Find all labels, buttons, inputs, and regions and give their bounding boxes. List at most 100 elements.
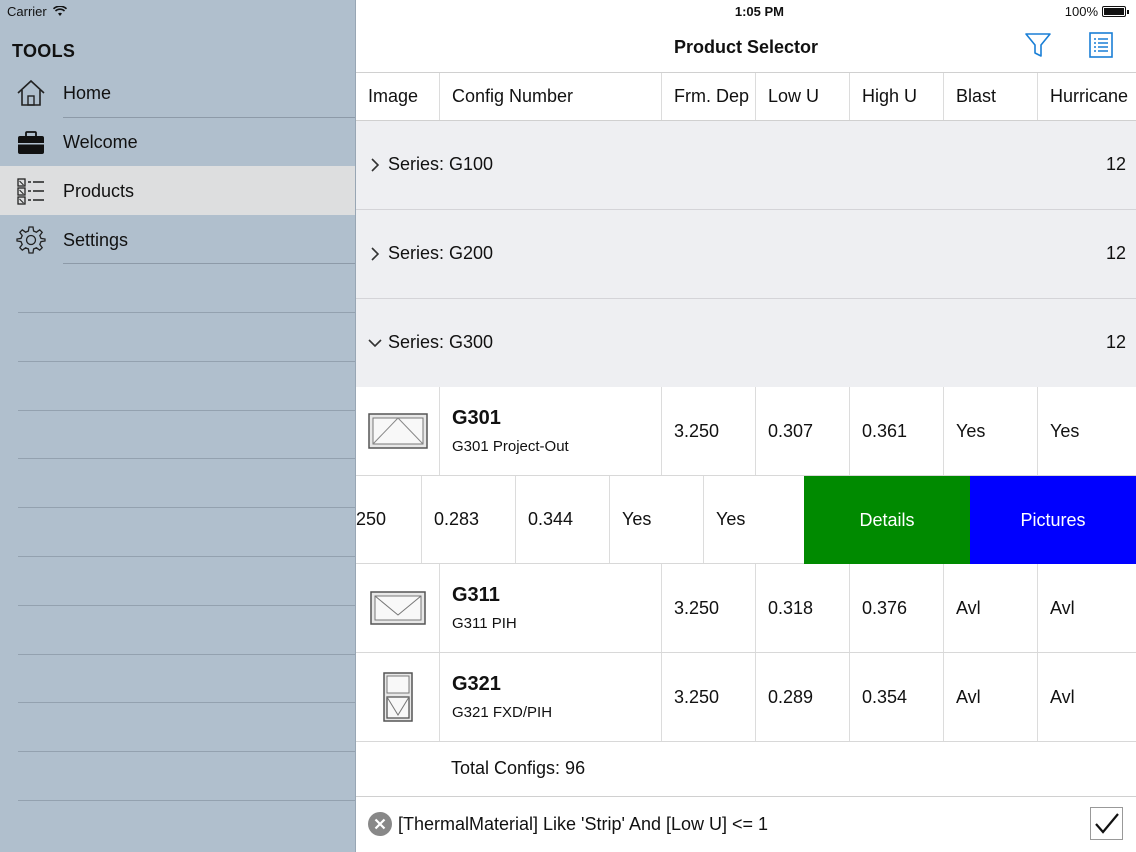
status-carrier: Carrier <box>7 4 67 19</box>
row-config-cell: G301 G301 Project-Out <box>440 387 662 475</box>
row-config-cell: G311 G311 PIH <box>440 564 662 652</box>
table-row[interactable]: G321 G321 FXD/PIH 3.250 0.289 0.354 Avl … <box>356 653 1136 742</box>
column-header-low-u[interactable]: Low U <box>756 73 850 120</box>
divider <box>18 605 355 606</box>
row-hurricane: Yes <box>716 509 746 529</box>
row-high-u: 0.361 <box>850 387 944 475</box>
column-header-frame-depth[interactable]: Frm. Dep <box>662 73 756 120</box>
status-battery: 100% <box>1064 4 1129 19</box>
config-description: G321 FXD/PIH <box>452 704 553 721</box>
table-row-swiped[interactable]: 250 0.283 0.344 Yes Yes Details Pictures <box>356 476 1136 564</box>
config-number: G301 <box>452 407 501 429</box>
row-low-u: 0.283 <box>422 476 516 563</box>
battery-label: 100% <box>1064 4 1098 19</box>
filter-bar: [ThermalMaterial] Like 'Strip' And [Low … <box>356 796 1136 852</box>
apply-filter-button[interactable] <box>1090 807 1123 840</box>
carrier-label: Carrier <box>7 4 47 19</box>
table-row[interactable]: G301 G301 Project-Out 3.250 0.307 0.361 … <box>356 387 1136 476</box>
list-icon[interactable] <box>1086 30 1116 60</box>
divider <box>18 556 355 557</box>
details-button[interactable]: Details <box>804 476 970 564</box>
home-icon <box>17 79 45 106</box>
clear-filter-icon[interactable] <box>368 812 392 836</box>
sidebar-item-label: Products <box>63 181 135 201</box>
row-frame-depth: 3.250 <box>662 564 756 652</box>
row-config-cell: G321 G321 FXD/PIH <box>440 653 662 741</box>
column-header-blast[interactable]: Blast <box>944 73 1038 120</box>
row-hurricane: Avl <box>1050 597 1075 618</box>
sidebar-title: TOOLS <box>12 41 76 61</box>
column-header-hurricane[interactable]: Hurricane <box>1038 73 1136 120</box>
divider <box>18 410 355 411</box>
row-blast: Yes <box>944 387 1038 475</box>
row-blast: Avl <box>944 564 1038 652</box>
chevron-right-icon <box>371 158 380 172</box>
row-frame-depth: 3.250 <box>662 653 756 741</box>
battery-icon <box>1102 6 1129 17</box>
column-header-image[interactable]: Image <box>356 73 440 120</box>
group-row-g300[interactable]: Series: G300 12 <box>356 299 1136 388</box>
row-hurricane: Yes <box>1050 420 1080 441</box>
divider <box>63 263 355 264</box>
divider <box>18 702 355 703</box>
row-high-u: 0.344 <box>516 476 610 563</box>
divider <box>18 654 355 655</box>
product-list-icon <box>17 178 44 205</box>
row-frame-depth: 3.250 <box>662 387 756 475</box>
group-row-g100[interactable]: Series: G100 12 <box>356 121 1136 210</box>
checkmark-icon <box>1095 813 1119 834</box>
status-time: 1:05 PM <box>734 4 784 19</box>
column-header-high-u[interactable]: High U <box>850 73 944 120</box>
group-count: 12 <box>1105 332 1126 352</box>
divider <box>18 751 355 752</box>
group-count: 12 <box>1105 243 1126 263</box>
row-blast: Avl <box>944 653 1038 741</box>
filter-expression[interactable]: [ThermalMaterial] Like 'Strip' And [Low … <box>398 814 768 835</box>
sidebar-item-products[interactable]: Products <box>0 166 355 215</box>
row-hurricane: Avl <box>1050 686 1075 707</box>
config-description: G301 Project-Out <box>452 438 569 455</box>
main-panel: 1:05 PM 100% Product Selector Image Conf… <box>356 0 1136 852</box>
divider <box>18 800 355 801</box>
group-label: Series: G200 <box>388 243 494 263</box>
config-description: G311 PIH <box>452 615 517 632</box>
row-image-cell <box>356 564 440 652</box>
sidebar-item-welcome[interactable]: Welcome <box>0 117 355 166</box>
row-frame-depth: 250 <box>356 476 422 563</box>
divider <box>18 507 355 508</box>
chevron-down-icon <box>368 339 382 348</box>
column-header-config[interactable]: Config Number <box>440 73 662 120</box>
briefcase-icon <box>18 131 44 154</box>
sidebar-item-home[interactable]: Home <box>0 68 355 117</box>
row-image-cell <box>356 653 440 741</box>
page-title: Product Selector <box>673 37 819 57</box>
sidebar-item-settings[interactable]: Settings <box>0 215 355 264</box>
sidebar-item-label: Home <box>63 83 112 103</box>
window-thumbnail-icon <box>382 672 413 722</box>
filter-icon[interactable] <box>1023 30 1053 60</box>
table-row[interactable]: G311 G311 PIH 3.250 0.318 0.376 Avl Avl <box>356 564 1136 653</box>
config-number: G311 <box>452 584 500 606</box>
table-header: Image Config Number Frm. Dep Low U High … <box>356 72 1136 121</box>
row-low-u: 0.307 <box>756 387 850 475</box>
sidebar-item-label: Settings <box>63 230 129 250</box>
total-configs: Total Configs: 96 <box>451 758 586 778</box>
chevron-right-icon <box>371 247 380 261</box>
divider <box>18 458 355 459</box>
divider <box>18 361 355 362</box>
window-thumbnail-icon <box>367 413 428 449</box>
group-row-g200[interactable]: Series: G200 12 <box>356 210 1136 299</box>
row-image-cell <box>356 387 440 475</box>
pictures-button[interactable]: Pictures <box>970 476 1136 564</box>
group-count: 12 <box>1105 154 1126 174</box>
row-blast: Yes <box>610 476 704 563</box>
sidebar: Carrier TOOLS Home Welcome Products Sett… <box>0 0 356 852</box>
gear-icon <box>16 226 46 254</box>
wifi-icon <box>52 6 67 16</box>
group-label: Series: G100 <box>388 154 494 174</box>
sidebar-item-label: Welcome <box>63 132 138 152</box>
window-thumbnail-icon <box>369 591 426 625</box>
divider <box>18 312 355 313</box>
config-number: G321 <box>452 673 501 695</box>
row-high-u: 0.354 <box>850 653 944 741</box>
